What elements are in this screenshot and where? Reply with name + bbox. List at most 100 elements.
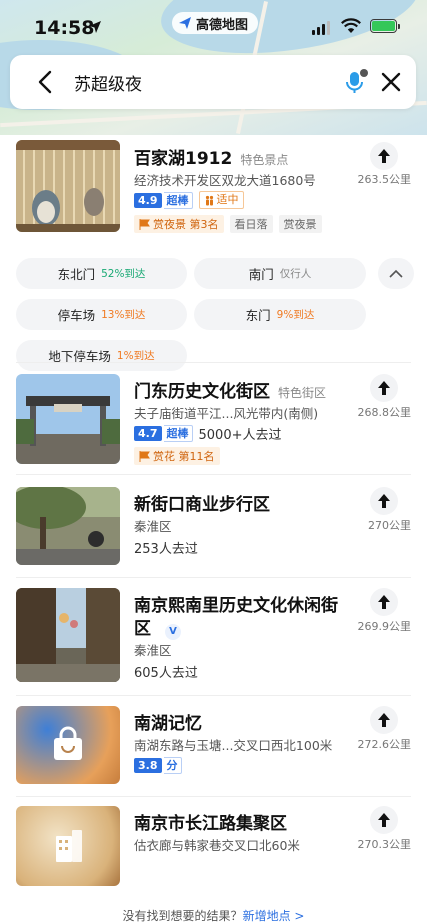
flag-icon [139, 218, 150, 230]
entrance-chip[interactable]: 东北门 52%到达 [16, 258, 187, 289]
feature-chip: 赏夜景 [278, 215, 322, 233]
result-address: 秦淮区 [134, 643, 172, 658]
people-icon [205, 195, 213, 205]
navigate-arrow-icon [378, 813, 390, 827]
app-logo-icon [179, 17, 191, 29]
divider [16, 796, 411, 797]
result-card[interactable]: 百家湖1912 特色景点 经济技术开发区双龙大道1680号 4.9 超棒 适中 … [0, 140, 427, 371]
entrance-chip[interactable]: 停车场 13%到达 [16, 299, 187, 330]
rank-label: 赏夜景 第3名 [153, 218, 219, 231]
result-address: 估衣廊与韩家巷交叉口北60米 [134, 838, 300, 853]
entrance-percent: 13%到达 [101, 309, 146, 321]
entrance-percent: 仅行人 [279, 268, 312, 280]
rank-badge: 赏花 第11名 [134, 447, 220, 465]
back-arrow-icon[interactable] [32, 68, 60, 96]
status-time: 14:58 [34, 17, 95, 39]
result-distance: 272.6公里 [357, 738, 412, 751]
divider [16, 474, 411, 475]
location-arrow-icon [89, 21, 101, 33]
result-title-continued: 区 [134, 619, 151, 639]
result-category: 特色街区 [278, 386, 327, 400]
result-category: 特色景点 [240, 153, 289, 167]
entrance-name: 东北门 [57, 267, 96, 282]
divider [16, 695, 411, 696]
footer-text: 没有找到想要的结果？ [122, 909, 243, 923]
voice-search-icon[interactable] [340, 67, 370, 97]
visit-count: 605人去过 [134, 666, 198, 681]
rating-score: 4.7 [134, 426, 162, 441]
app-name: 高德地图 [196, 17, 249, 33]
entrance-chip[interactable]: 地下停车场 1%到达 [16, 340, 187, 371]
collapse-button[interactable] [378, 258, 414, 289]
result-card[interactable]: 门东历史文化街区 特色街区 夫子庙街道平江...风光带内(南侧) 4.7 超棒 … [0, 374, 427, 474]
entrance-percent: 52%到达 [101, 268, 146, 280]
battery-icon [370, 19, 397, 33]
result-address: 秦淮区 [134, 519, 172, 534]
entrance-percent: 1%到达 [116, 350, 155, 362]
entrance-chip[interactable]: 南门 仅行人 [194, 258, 366, 289]
navigate-button[interactable] [370, 706, 398, 734]
rank-label: 赏花 第11名 [153, 450, 215, 463]
feature-chip: 看日落 [229, 215, 273, 233]
result-distance: 269.9公里 [357, 620, 412, 633]
rating-label: 超棒 [163, 425, 193, 442]
result-thumbnail [16, 806, 120, 886]
add-place-link[interactable]: 新增地点 > [243, 909, 305, 923]
result-address: 南湖东路与玉塘...交叉口西北100米 [134, 738, 333, 753]
navigate-arrow-icon [378, 381, 390, 395]
navigate-arrow-icon [378, 595, 390, 609]
entrance-name: 停车场 [57, 308, 96, 323]
result-thumbnail [16, 706, 120, 784]
visit-count: 253人去过 [134, 542, 198, 557]
result-distance: 270.3公里 [357, 838, 412, 851]
app-return-pill[interactable]: 高德地图 [172, 12, 259, 34]
crowd-label: 适中 [216, 193, 239, 206]
result-card[interactable]: 南京熙南里历史文化休闲街 区 V 秦淮区 605人去过 269.9公里 [0, 588, 427, 688]
navigate-button[interactable] [370, 374, 398, 402]
entrance-percent: 9%到达 [276, 309, 315, 321]
result-thumbnail [16, 140, 120, 232]
wifi-icon [341, 18, 361, 33]
crowd-badge: 适中 [198, 191, 244, 209]
rank-badge: 赏夜景 第3名 [134, 215, 224, 233]
search-bar: 苏超级夜 [10, 55, 416, 109]
entrance-chip[interactable]: 东门 9%到达 [194, 299, 366, 330]
result-address: 经济技术开发区双龙大道1680号 [134, 173, 316, 188]
rating-score: 4.9 [134, 192, 162, 208]
close-icon[interactable] [376, 67, 406, 97]
navigate-button[interactable] [370, 487, 398, 515]
rating-score: 3.8 [134, 758, 162, 773]
cellular-signal-icon [312, 21, 330, 35]
result-title: 南湖记忆 [134, 714, 202, 734]
divider [16, 362, 411, 363]
result-title: 门东历史文化街区 [134, 382, 270, 402]
verified-badge: V [165, 623, 181, 640]
navigate-arrow-icon [378, 149, 390, 163]
result-title: 新街口商业步行区 [134, 495, 270, 515]
result-distance: 268.8公里 [357, 406, 412, 419]
chevron-up-icon [389, 269, 403, 278]
navigate-arrow-icon [378, 713, 390, 727]
rating-label: 分 [163, 757, 182, 774]
result-card[interactable]: 南湖记忆 南湖东路与玉塘...交叉口西北100米 3.8 分 272.6公里 [0, 706, 427, 786]
result-title: 百家湖1912 [134, 149, 233, 169]
entrance-name: 东门 [245, 308, 271, 323]
battery-tip [398, 24, 400, 29]
search-input[interactable]: 苏超级夜 [74, 70, 142, 95]
navigate-arrow-icon [378, 494, 390, 508]
navigate-button[interactable] [370, 806, 398, 834]
navigate-button[interactable] [370, 142, 398, 170]
result-card[interactable]: 新街口商业步行区 秦淮区 253人去过 270公里 [0, 487, 427, 567]
result-distance: 263.5公里 [357, 173, 412, 186]
result-card[interactable]: 南京市长江路集聚区 估衣廊与韩家巷交叉口北60米 270.3公里 [0, 806, 427, 886]
result-address: 夫子庙街道平江...风光带内(南侧) [134, 406, 319, 421]
no-result-footer: 没有找到想要的结果？新增地点 > [0, 907, 427, 923]
result-thumbnail [16, 374, 120, 464]
status-bar: 14:58 高德地图 [0, 0, 427, 56]
navigate-button[interactable] [370, 588, 398, 616]
result-thumbnail [16, 588, 120, 682]
result-title: 南京市长江路集聚区 [134, 814, 287, 834]
visit-count: 5000+人去过 [198, 428, 282, 443]
flag-icon [139, 450, 150, 462]
result-title: 南京熙南里历史文化休闲街 [134, 596, 338, 616]
